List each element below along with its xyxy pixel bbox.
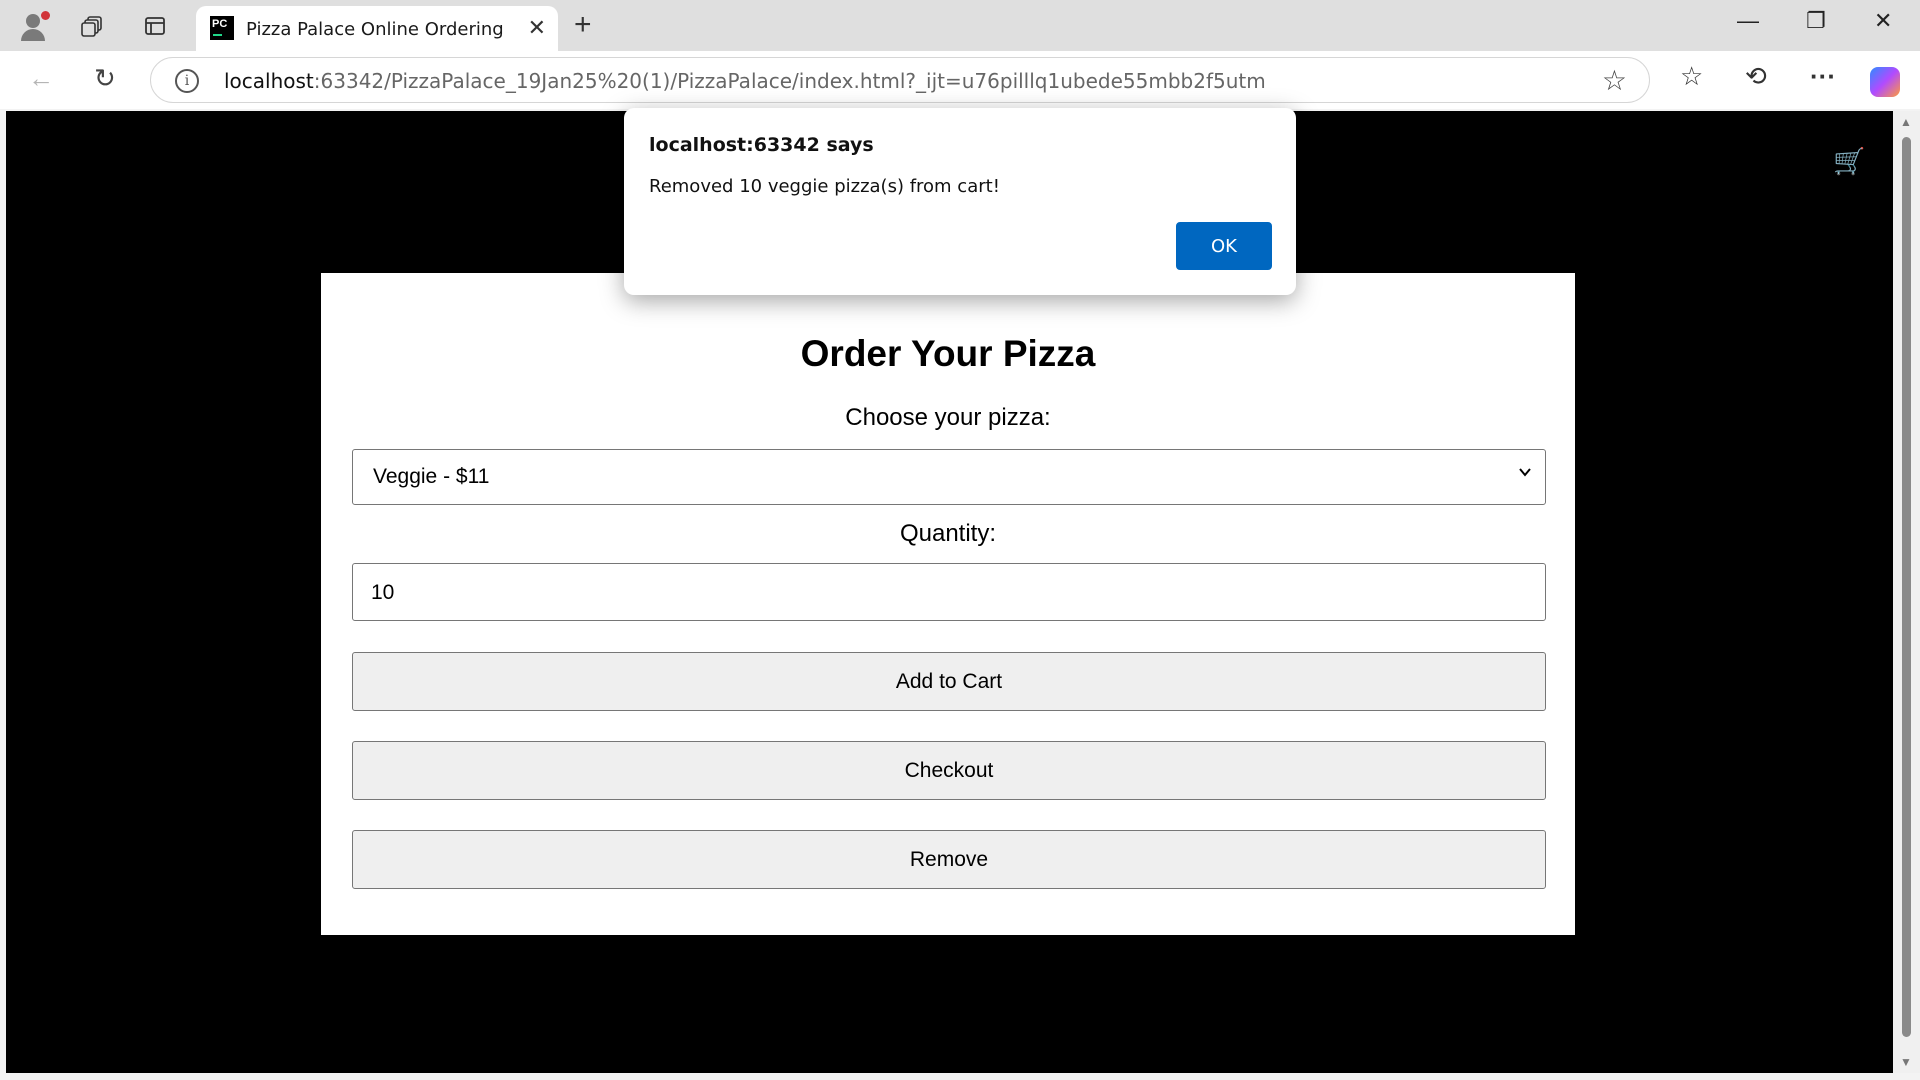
more-options-icon[interactable]: ··· xyxy=(1810,61,1836,92)
back-icon[interactable]: ← xyxy=(28,63,54,94)
site-info-icon[interactable]: i xyxy=(175,69,199,93)
restore-icon[interactable]: ❐ xyxy=(1806,8,1826,34)
minimize-icon[interactable]: — xyxy=(1737,8,1759,34)
checkout-button[interactable]: Checkout xyxy=(352,741,1546,800)
browser-titlebar: PC Pizza Palace Online Ordering ✕ + — ❐ … xyxy=(0,0,1920,51)
url-text[interactable]: localhost:63342/PizzaPalace_19Jan25%20(1… xyxy=(224,69,1266,93)
dialog-title: localhost:63342 says xyxy=(649,134,874,156)
pizza-select[interactable]: Veggie - $11 xyxy=(352,449,1546,505)
remove-button[interactable]: Remove xyxy=(352,830,1546,889)
quantity-label: Quantity: xyxy=(899,520,997,547)
close-window-icon[interactable]: ✕ xyxy=(1874,8,1892,34)
chevron-down-icon xyxy=(1517,464,1533,485)
ok-button[interactable]: OK xyxy=(1176,222,1272,270)
close-tab-icon[interactable]: ✕ xyxy=(528,15,546,41)
quantity-input[interactable]: 10 xyxy=(352,563,1546,621)
favorites-icon[interactable]: ☆ xyxy=(1680,61,1703,92)
page-title: Order Your Pizza xyxy=(800,333,1096,374)
scroll-up-icon[interactable]: ▲ xyxy=(1900,115,1912,129)
browser-toolbar: ← ↻ i localhost:63342/PizzaPalace_19Jan2… xyxy=(0,51,1920,109)
url-host: localhost xyxy=(224,69,314,93)
tab-active[interactable]: PC Pizza Palace Online Ordering ✕ xyxy=(196,6,558,51)
cart-icon[interactable]: 🛒 xyxy=(1833,146,1865,177)
add-favorite-icon[interactable]: ☆ xyxy=(1602,64,1627,97)
address-bar[interactable]: i localhost:63342/PizzaPalace_19Jan25%20… xyxy=(150,57,1650,103)
add-to-cart-button[interactable]: Add to Cart xyxy=(352,652,1546,711)
scroll-thumb[interactable] xyxy=(1902,137,1911,1037)
selected-pizza: Veggie - $11 xyxy=(373,465,490,488)
new-tab-icon[interactable]: + xyxy=(574,8,592,42)
quantity-value: 10 xyxy=(371,581,395,604)
order-panel: Order Your Pizza Choose your pizza: Vegg… xyxy=(321,273,1575,935)
page-scrollbar[interactable]: ▲ ▼ xyxy=(1893,111,1920,1073)
pycharm-favicon-icon: PC xyxy=(210,16,234,40)
copilot-icon[interactable] xyxy=(1870,67,1900,97)
choose-pizza-label: Choose your pizza: xyxy=(845,404,1051,431)
reload-icon[interactable]: ↻ xyxy=(94,63,116,94)
tab-actions-icon[interactable] xyxy=(138,9,172,43)
scroll-down-icon[interactable]: ▼ xyxy=(1900,1055,1912,1069)
dialog-message: Removed 10 veggie pizza(s) from cart! xyxy=(649,176,1000,197)
alert-dialog: localhost:63342 says Removed 10 veggie p… xyxy=(624,108,1296,295)
workspaces-icon[interactable] xyxy=(76,9,110,43)
url-path: :63342/PizzaPalace_19Jan25%20(1)/PizzaPa… xyxy=(313,69,1266,93)
history-icon[interactable]: ⟲ xyxy=(1745,61,1767,92)
tab-title: Pizza Palace Online Ordering xyxy=(246,19,504,40)
profile-avatar-icon[interactable] xyxy=(17,9,51,43)
